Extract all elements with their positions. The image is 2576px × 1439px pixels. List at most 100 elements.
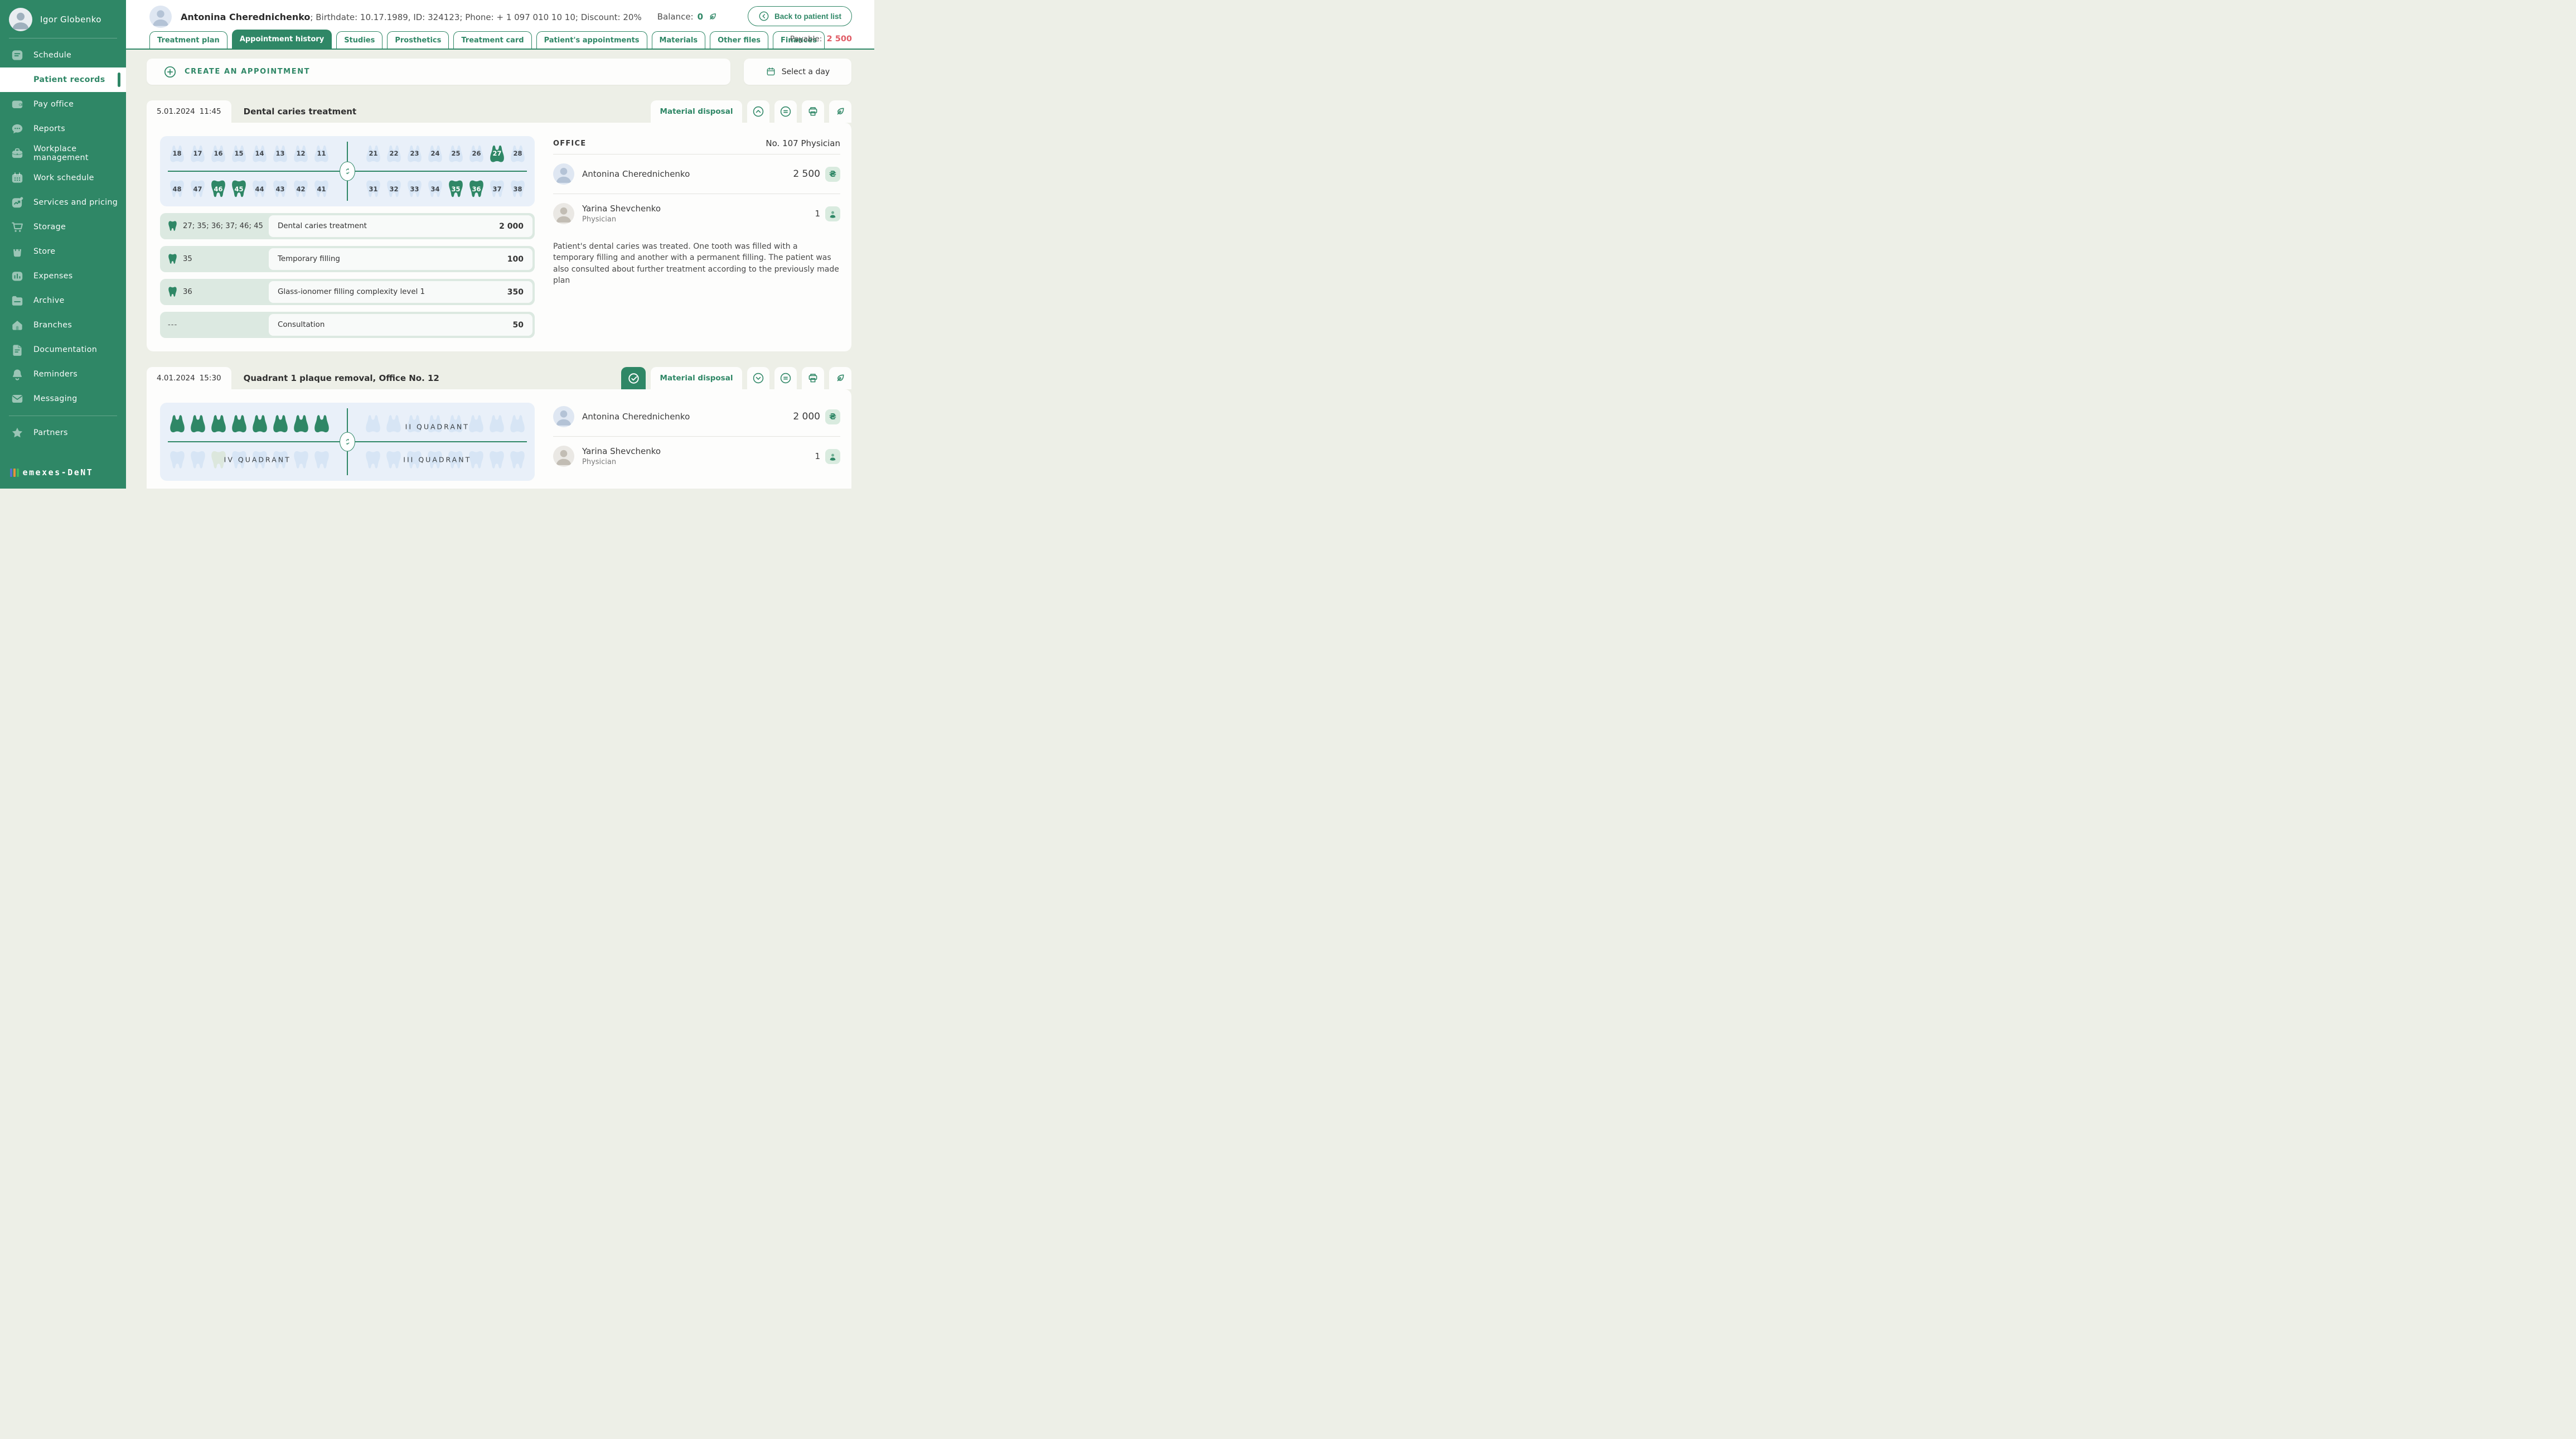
quadrant-tooth[interactable] [210, 411, 227, 436]
tab-other-files[interactable]: Other files [710, 31, 769, 49]
tooth-31[interactable]: 31 [365, 178, 381, 200]
quadrant-tooth[interactable] [169, 411, 186, 436]
quadrant-tooth[interactable] [313, 447, 330, 473]
appointment-date-tab[interactable]: 5.01.2024 11:45 [147, 100, 231, 123]
quadrant-tooth[interactable] [468, 411, 485, 436]
tab-patient-s-appointments[interactable]: Patient's appointments [536, 31, 647, 49]
sidebar-item-partners[interactable]: Partners [0, 421, 126, 445]
tooth-27[interactable]: 27 [489, 143, 505, 164]
quadrant-tooth[interactable] [365, 411, 381, 436]
quadrant-tooth[interactable] [293, 447, 309, 473]
tooth-48[interactable]: 48 [169, 178, 185, 200]
edit-button[interactable] [829, 100, 851, 123]
tooth-11[interactable]: 11 [313, 143, 330, 164]
back-to-patient-list-button[interactable]: Back to patient list [747, 6, 852, 26]
sidebar-item-messaging[interactable]: Messaging [0, 387, 126, 411]
tooth-28[interactable]: 28 [510, 143, 526, 164]
quadrant-tooth[interactable] [488, 411, 505, 436]
tooth-42[interactable]: 42 [293, 178, 309, 200]
tab-studies[interactable]: Studies [336, 31, 383, 49]
quadrant-tooth[interactable] [385, 411, 402, 436]
tooth-16[interactable]: 16 [210, 143, 226, 164]
tooth-36[interactable]: 36 [468, 178, 485, 200]
tooth-13[interactable]: 13 [272, 143, 288, 164]
quadrant-tooth[interactable] [509, 411, 526, 436]
tooth-26[interactable]: 26 [468, 143, 485, 164]
sidebar-item-documentation[interactable]: Documentation [0, 337, 126, 362]
physician-row[interactable]: Yarina Shevchenko Physician 1 [553, 194, 840, 233]
tooth-38[interactable]: 38 [510, 178, 526, 200]
sidebar-item-storage[interactable]: Storage [0, 215, 126, 239]
quadrant-tooth[interactable] [385, 447, 402, 473]
tooth-34[interactable]: 34 [427, 178, 443, 200]
tooth-32[interactable]: 32 [386, 178, 402, 200]
tooth-33[interactable]: 33 [406, 178, 423, 200]
quadrant-tooth[interactable] [251, 411, 268, 436]
appointment-date-tab[interactable]: 4.01.2024 15:30 [147, 367, 231, 389]
quadrant-tooth[interactable] [293, 411, 309, 436]
tooth-18[interactable]: 18 [169, 143, 185, 164]
service-row[interactable]: 27; 35; 36; 37; 46; 45 Dental caries trea… [160, 213, 535, 239]
tooth-47[interactable]: 47 [190, 178, 206, 200]
sidebar-item-patient-records[interactable]: Patient records [0, 67, 126, 92]
tooth-43[interactable]: 43 [272, 178, 288, 200]
sidebar-item-services-and-pricing[interactable]: Services and pricing [0, 190, 126, 215]
toggle-dentition-button[interactable] [340, 432, 355, 452]
sidebar-item-schedule[interactable]: Schedule [0, 43, 126, 67]
details-button[interactable] [774, 367, 797, 389]
service-row[interactable]: --- Consultation 50 [160, 312, 535, 338]
service-row[interactable]: 36 Glass-ionomer filling complexity level… [160, 279, 535, 305]
tooth-12[interactable]: 12 [293, 143, 309, 164]
tooth-35[interactable]: 35 [448, 178, 464, 200]
tab-materials[interactable]: Materials [651, 31, 706, 49]
tooth-24[interactable]: 24 [427, 143, 443, 164]
quadrant-tooth[interactable] [190, 447, 206, 473]
sidebar-item-work-schedule[interactable]: Work schedule [0, 166, 126, 190]
quadrant-tooth[interactable] [272, 411, 289, 436]
quadrant-tooth[interactable] [231, 411, 248, 436]
collapse-button[interactable] [747, 100, 769, 123]
tab-prosthetics[interactable]: Prosthetics [387, 31, 449, 49]
tooth-44[interactable]: 44 [251, 178, 268, 200]
tooth-37[interactable]: 37 [489, 178, 505, 200]
material-disposal-button[interactable]: Material disposal [651, 367, 742, 389]
toggle-dentition-button[interactable] [340, 161, 355, 181]
sidebar-item-expenses[interactable]: Expenses [0, 264, 126, 288]
sidebar-item-reports[interactable]: Reports [0, 117, 126, 141]
tooth-17[interactable]: 17 [190, 143, 206, 164]
quadrant-tooth[interactable] [190, 411, 206, 436]
tooth-25[interactable]: 25 [448, 143, 464, 164]
tooth-22[interactable]: 22 [386, 143, 402, 164]
edit-button[interactable] [829, 367, 851, 389]
quadrant-tooth[interactable] [488, 447, 505, 473]
tooth-14[interactable]: 14 [251, 143, 268, 164]
select-day-button[interactable]: Select a day [744, 59, 851, 85]
quadrant-tooth[interactable] [509, 447, 526, 473]
create-appointment-button[interactable]: CREATE AN APPOINTMENT [147, 59, 730, 85]
details-button[interactable] [774, 100, 797, 123]
material-disposal-button[interactable]: Material disposal [651, 100, 742, 123]
sidebar-item-pay-office[interactable]: Pay office [0, 92, 126, 117]
patient-payment-row[interactable]: Antonina Cherednichenko 2 000 ₴ [553, 403, 840, 436]
patient-payment-row[interactable]: Antonina Cherednichenko 2 500 ₴ [553, 154, 840, 194]
quadrant-tooth[interactable] [169, 447, 186, 473]
physician-row[interactable]: Yarina Shevchenko Physician 1 [553, 437, 840, 476]
tooth-45[interactable]: 45 [231, 178, 247, 200]
print-button[interactable] [802, 367, 824, 389]
user-profile[interactable]: Igor Globenko [0, 0, 126, 38]
tab-treatment-plan[interactable]: Treatment plan [149, 31, 227, 49]
sidebar-item-store[interactable]: Store [0, 239, 126, 264]
tooth-41[interactable]: 41 [313, 178, 330, 200]
pen-nib-icon[interactable] [707, 11, 718, 22]
tooth-21[interactable]: 21 [365, 143, 381, 164]
service-row[interactable]: 35 Temporary filling 100 [160, 246, 535, 272]
sidebar-item-workplace-management[interactable]: Workplace management [0, 141, 126, 166]
tooth-15[interactable]: 15 [231, 143, 247, 164]
tooth-46[interactable]: 46 [210, 178, 226, 200]
sidebar-item-reminders[interactable]: Reminders [0, 362, 126, 387]
expand-button[interactable] [747, 367, 769, 389]
tooth-23[interactable]: 23 [406, 143, 423, 164]
print-button[interactable] [802, 100, 824, 123]
tab-appointment-history[interactable]: Appointment history [231, 30, 332, 49]
quadrant-tooth[interactable] [365, 447, 381, 473]
